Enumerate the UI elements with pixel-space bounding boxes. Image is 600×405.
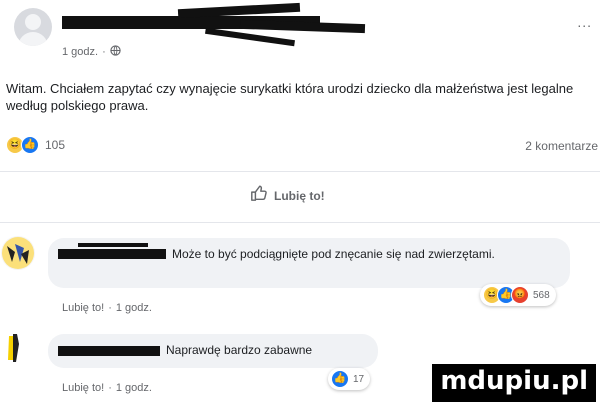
comments-count-link[interactable]: 2 komentarze — [525, 139, 598, 153]
comment-reactions[interactable]: 👍 17 — [328, 368, 371, 390]
comment-meta: Lubię to! · 1 godz. — [62, 382, 152, 394]
comment-time[interactable]: 1 godz. — [116, 302, 152, 314]
angry-emoji-icon: 😡 — [511, 286, 529, 304]
comment-like-link[interactable]: Lubię to! — [62, 302, 104, 314]
post-meta: 1 godz. · — [62, 45, 121, 59]
more-options-button[interactable]: ... — [577, 14, 592, 30]
like-emoji-icon: 👍 — [21, 136, 39, 154]
comment-text: Może to być podciągnięte pod znęcanie si… — [172, 247, 495, 261]
redacted-commenter-name — [58, 346, 160, 356]
like-button[interactable]: Lubię to! — [250, 184, 325, 207]
thumbs-up-outline-icon — [250, 184, 268, 207]
site-watermark: mdupiu.pl — [432, 364, 596, 402]
post-author-avatar[interactable] — [14, 8, 52, 46]
divider — [0, 171, 600, 172]
redaction-scribble — [239, 19, 366, 34]
post-text: Witam. Chciałem zapytać czy wynajęcie su… — [6, 81, 574, 113]
comment-avatar[interactable] — [1, 236, 35, 270]
divider — [0, 222, 600, 223]
post-time[interactable]: 1 godz. — [62, 46, 98, 58]
comment-reaction-count: 17 — [353, 373, 365, 385]
comment-time[interactable]: 1 godz. — [116, 382, 152, 394]
redaction-scribble — [205, 27, 295, 47]
comment-avatar[interactable] — [1, 330, 35, 364]
comment-like-link[interactable]: Lubię to! — [62, 382, 104, 394]
post-reaction-count: 105 — [45, 138, 66, 152]
comment-meta: Lubię to! · 1 godz. — [62, 302, 152, 314]
like-emoji-icon: 👍 — [331, 370, 349, 388]
like-button-label: Lubię to! — [274, 188, 325, 203]
comment-reactions[interactable]: 😆 👍 😡 568 — [480, 284, 556, 306]
post-reactions[interactable]: 😆 👍 105 — [6, 136, 65, 154]
comment-reaction-count: 568 — [533, 289, 550, 301]
comment-text: Naprawdę bardzo zabawne — [166, 343, 313, 357]
globe-icon — [110, 45, 121, 59]
